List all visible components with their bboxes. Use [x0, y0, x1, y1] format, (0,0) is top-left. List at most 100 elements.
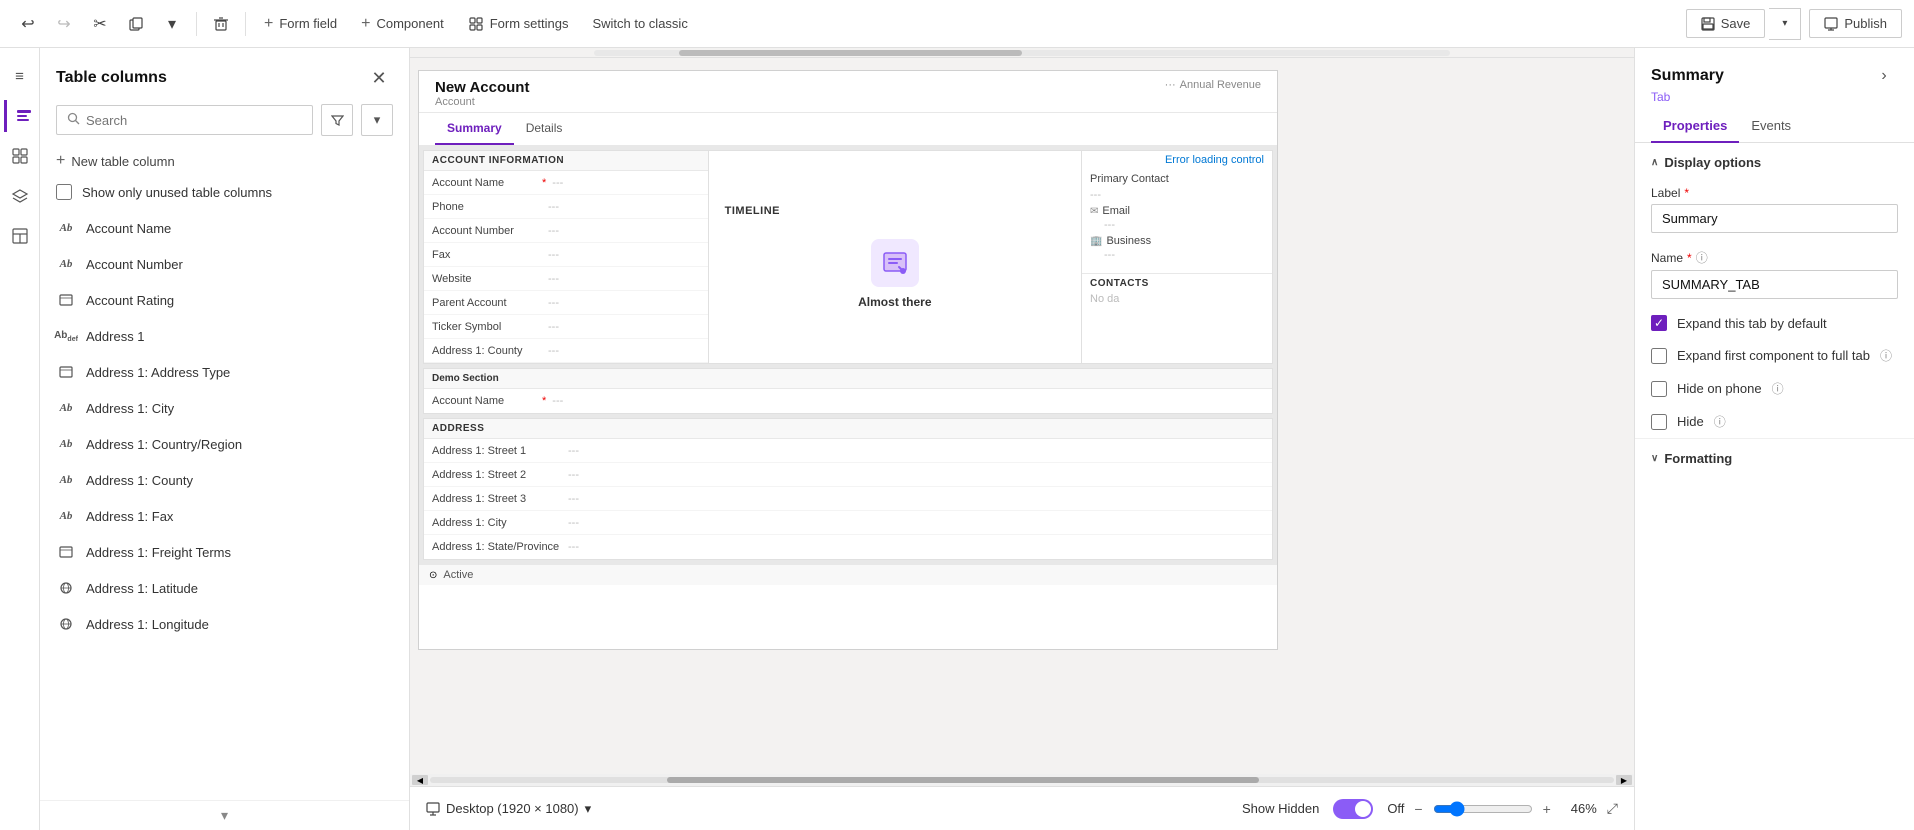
error-link[interactable]: Error loading control — [1165, 154, 1264, 166]
toggle-off-label: Off — [1387, 801, 1404, 816]
form-header-right: ··· Annual Revenue — [1165, 79, 1261, 91]
demo-section: Demo Section Account Name * --- — [423, 368, 1273, 414]
save-button[interactable]: Save — [1686, 9, 1766, 38]
email-label: Email — [1102, 205, 1130, 217]
component-button[interactable]: + Component — [351, 11, 454, 37]
hide-label: Hide — [1677, 414, 1704, 429]
nav-layers[interactable] — [4, 180, 36, 212]
dropdown-button[interactable]: ▾ — [156, 8, 188, 40]
expand-tab-checkbox[interactable]: ✓ — [1651, 315, 1667, 331]
active-icon: ⊙ — [429, 570, 437, 581]
delete-button[interactable] — [205, 8, 237, 40]
info-icon[interactable]: ⓘ — [1696, 249, 1708, 266]
form-field-row: Address 1: State/Province --- — [424, 535, 1272, 559]
search-input[interactable] — [86, 113, 302, 128]
field-value: --- — [548, 225, 559, 237]
list-item[interactable]: Account Rating — [44, 282, 405, 318]
list-item[interactable]: Address 1: Longitude — [44, 606, 405, 642]
nav-table[interactable] — [4, 220, 36, 252]
zoom-plus-icon[interactable]: + — [1543, 801, 1551, 817]
canvas-top-bar — [410, 48, 1634, 58]
list-item[interactable]: Ab Account Name — [44, 210, 405, 246]
nav-grid[interactable] — [4, 140, 36, 172]
field-label: Ticker Symbol — [432, 321, 542, 333]
cut-button[interactable]: ✂ — [84, 8, 116, 40]
toolbar: ↩ ↪ ✂ ▾ + Form field + Component F — [0, 0, 1914, 48]
tab-events[interactable]: Events — [1739, 110, 1803, 143]
switch-classic-button[interactable]: Switch to classic — [582, 12, 697, 35]
filter-button[interactable] — [321, 104, 353, 136]
required-marker: * — [542, 395, 546, 407]
new-column-row[interactable]: + New table column — [40, 144, 409, 178]
form-settings-button[interactable]: Form settings — [458, 12, 579, 36]
contacts-value: No da — [1090, 293, 1264, 305]
formatting-section-header[interactable]: ∨ Formatting — [1635, 438, 1914, 474]
publish-button[interactable]: Publish — [1809, 9, 1902, 38]
scroll-left-button[interactable]: ◀ — [412, 775, 428, 785]
name-input[interactable] — [1651, 270, 1898, 299]
required-marker: * — [542, 177, 546, 189]
undo-button[interactable]: ↩ — [12, 8, 44, 40]
form-subtitle: Account — [435, 96, 529, 108]
toggle-knob — [1355, 801, 1371, 817]
save-dropdown-button[interactable]: ▾ — [1769, 8, 1801, 40]
error-link-row: Error loading control — [1082, 151, 1272, 169]
list-item[interactable]: Ab Address 1: City — [44, 390, 405, 426]
field-label: Address 1: County — [432, 345, 542, 357]
redo-button[interactable]: ↪ — [48, 8, 80, 40]
field-value: --- — [548, 273, 559, 285]
copy-button[interactable] — [120, 8, 152, 40]
chevron-down-icon: ∧ — [1651, 157, 1658, 168]
zoom-slider[interactable] — [1433, 801, 1533, 817]
expand-button[interactable]: ⤢ — [1607, 800, 1618, 817]
list-item[interactable]: Ab Account Number — [44, 246, 405, 282]
scroll-right-button[interactable]: ▶ — [1616, 775, 1632, 785]
plus-icon: + — [264, 15, 273, 33]
field-value: --- — [548, 345, 559, 357]
field-value: --- — [552, 177, 563, 189]
list-item[interactable]: Address 1: Latitude — [44, 570, 405, 606]
col-type-icon — [56, 290, 76, 310]
required-marker: * — [1687, 251, 1692, 265]
hide-checkbox[interactable] — [1651, 414, 1667, 430]
info-icon-3[interactable]: ⓘ — [1772, 380, 1784, 397]
zoom-minus-icon[interactable]: − — [1414, 801, 1422, 817]
right-panel-expand-button[interactable]: › — [1870, 62, 1898, 90]
list-item[interactable]: Abdef Address 1 — [44, 318, 405, 354]
field-label: Parent Account — [432, 297, 542, 309]
nav-fields[interactable] — [4, 100, 36, 132]
show-unused-checkbox[interactable] — [56, 184, 72, 200]
h-scrollbar[interactable]: ◀ ▶ — [410, 774, 1634, 786]
desktop-selector[interactable]: Desktop (1920 × 1080) ▾ — [426, 801, 591, 817]
list-item[interactable]: Ab Address 1: Country/Region — [44, 426, 405, 462]
label-prop-label: Label * — [1651, 186, 1898, 200]
show-unused-label[interactable]: Show only unused table columns — [82, 185, 272, 200]
required-marker: * — [1684, 186, 1689, 200]
expand-component-checkbox[interactable] — [1651, 348, 1667, 364]
show-hidden-toggle[interactable] — [1333, 799, 1373, 819]
form-tab-details[interactable]: Details — [514, 113, 575, 145]
scroll-down-button[interactable]: ▾ — [221, 807, 228, 824]
list-item[interactable]: Ab Address 1: County — [44, 462, 405, 498]
list-item[interactable]: Address 1: Freight Terms — [44, 534, 405, 570]
contacts-section: CONTACTS No da — [1082, 273, 1272, 309]
form-field-button[interactable]: + Form field — [254, 11, 347, 37]
info-icon-2[interactable]: ⓘ — [1880, 347, 1892, 364]
sort-button[interactable]: ▾ — [361, 104, 393, 136]
col-type-icon — [56, 578, 76, 598]
tab-properties[interactable]: Properties — [1651, 110, 1739, 143]
left-panel-close-button[interactable]: ✕ — [365, 64, 393, 92]
new-column-plus-icon: + — [56, 152, 65, 170]
list-item[interactable]: Ab Address 1: Fax — [44, 498, 405, 534]
canvas-scroll-area[interactable]: New Account Account ··· Annual Revenue S… — [410, 58, 1634, 830]
info-icon-4[interactable]: ⓘ — [1714, 413, 1726, 430]
hide-phone-checkbox[interactable] — [1651, 381, 1667, 397]
list-item[interactable]: Address 1: Address Type — [44, 354, 405, 390]
field-value: --- — [568, 517, 579, 529]
field-label: Address 1: City — [432, 517, 562, 529]
nav-menu[interactable]: ≡ — [4, 60, 36, 92]
right-panel-header: Summary › — [1635, 48, 1914, 90]
form-tab-summary[interactable]: Summary — [435, 113, 514, 145]
label-input[interactable] — [1651, 204, 1898, 233]
display-options-section-header[interactable]: ∧ Display options — [1635, 143, 1914, 178]
